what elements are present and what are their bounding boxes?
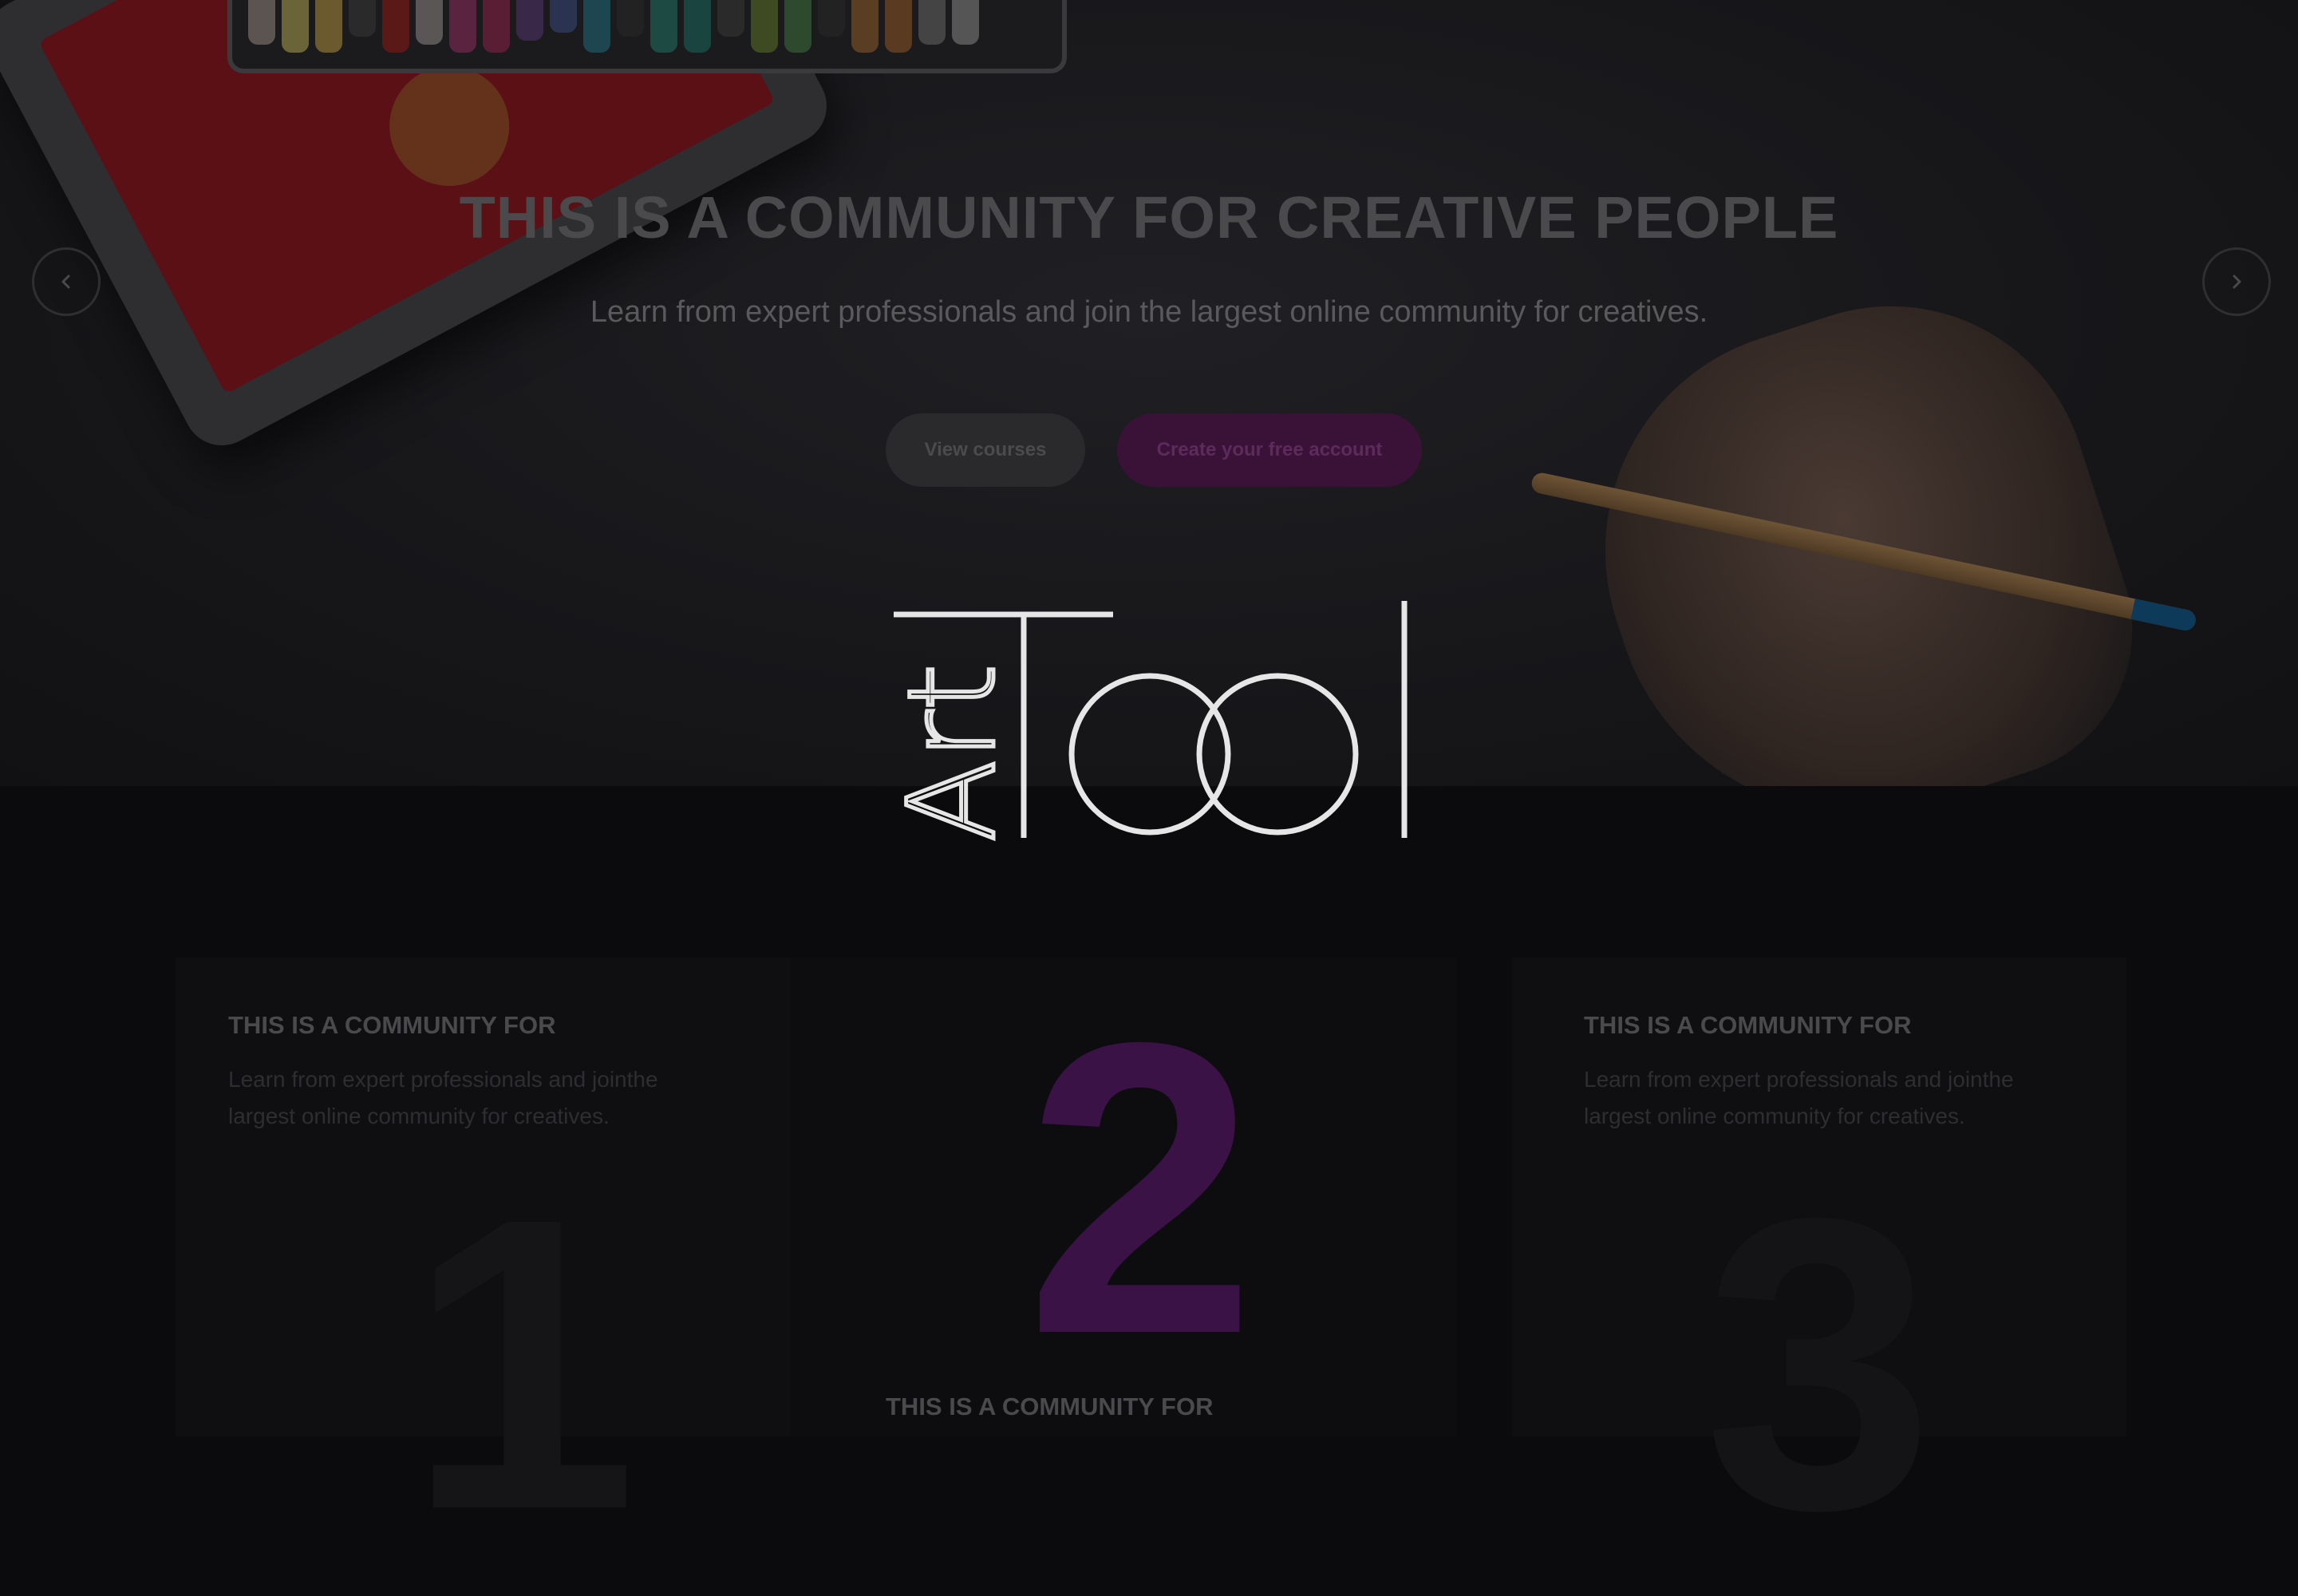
chevron-right-icon <box>2233 275 2241 289</box>
feature-text-line: largest online community for creatives. <box>228 1104 610 1128</box>
create-account-button[interactable]: Create your free account <box>1117 413 1422 487</box>
view-courses-button[interactable]: View courses <box>886 413 1085 487</box>
feature-number: 2 <box>1025 957 1257 1420</box>
feature-text-line: Learn from expert professionals and join… <box>228 1067 658 1092</box>
feature-text-line: Learn from expert professionals and join… <box>1584 1067 2014 1092</box>
feature-title: THIS IS A COMMUNITY FOR <box>1584 1011 1912 1039</box>
logo-text-art: Art <box>886 664 1022 842</box>
colored-pencils-image <box>227 0 1067 73</box>
chevron-left-icon <box>61 275 70 289</box>
feature-card-2: 2 THIS IS A COMMUNITY FOR <box>790 958 1456 1436</box>
feature-title: THIS IS A COMMUNITY FOR <box>228 1011 556 1039</box>
hero-headline: THIS IS A COMMUNITY FOR CREATIVE PEOPLE <box>459 184 1839 251</box>
feature-text: Learn from expert professionals and join… <box>228 1061 658 1135</box>
feature-text: Learn from expert professionals and join… <box>1584 1061 2014 1135</box>
hand-image <box>1547 255 2171 786</box>
feature-text-line: largest online community for creatives. <box>1584 1104 1965 1128</box>
feature-card-3: THIS IS A COMMUNITY FOR Learn from exper… <box>1512 958 2126 1572</box>
arttool-logo: Art <box>886 601 1408 844</box>
hero-subline: Learn from expert professionals and join… <box>590 295 1708 329</box>
feature-title: THIS IS A COMMUNITY FOR <box>886 1393 1214 1420</box>
slider-prev-button[interactable] <box>32 247 101 316</box>
feature-card-1: THIS IS A COMMUNITY FOR Learn from exper… <box>176 958 790 1572</box>
feature-number: 1 <box>407 1132 638 1596</box>
slider-next-button[interactable] <box>2202 247 2271 316</box>
feature-number: 3 <box>1704 1132 1935 1596</box>
